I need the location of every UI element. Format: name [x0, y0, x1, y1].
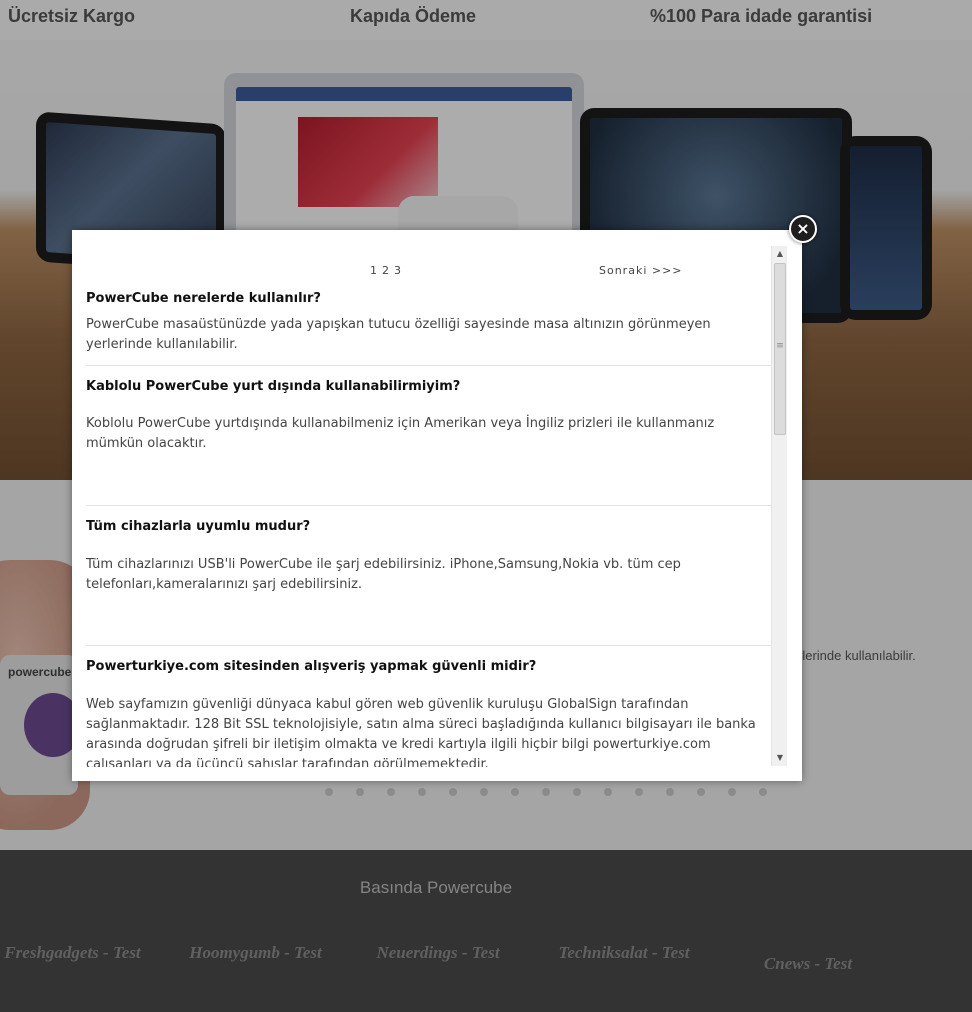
scroll-down-arrow-icon[interactable]: ▼ — [772, 750, 788, 766]
faq-item: PowerCube nerelerde kullanılır? PowerCub… — [86, 290, 772, 365]
faq-item: Tüm cihazlarla uyumlu mudur? Tüm cihazla… — [86, 505, 772, 645]
page-link-2[interactable]: 2 — [382, 264, 390, 277]
faq-question: Tüm cihazlarla uyumlu mudur? — [86, 519, 311, 534]
faq-item: Powerturkiye.com sitesinden alışveriş ya… — [86, 645, 772, 767]
page-link-3[interactable]: 3 — [394, 264, 402, 277]
faq-question: PowerCube nerelerde kullanılır? — [86, 291, 321, 306]
page-links: 123 — [370, 264, 406, 277]
pagination: 123 Sonraki >>> — [86, 264, 772, 280]
grip-icon: ≡ — [776, 341, 784, 351]
faq-answer: PowerCube masaüstünüzde yada yapışkan tu… — [86, 317, 711, 352]
page-link-1[interactable]: 1 — [370, 264, 378, 277]
faq-question: Kablolu PowerCube yurt dışında kullanabi… — [86, 379, 461, 394]
next-page-link[interactable]: Sonraki >>> — [599, 264, 683, 277]
scrollbar-thumb[interactable]: ≡ — [774, 263, 786, 435]
scrollbar[interactable]: ▲ ≡ ▼ — [771, 246, 787, 766]
faq-answer: Koblolu PowerCube yurtdışında kullanabil… — [86, 416, 715, 451]
close-icon[interactable]: × — [789, 215, 817, 243]
faq-answer: Web sayfamızın güvenliği dünyaca kabul g… — [86, 697, 756, 767]
faq-question: Powerturkiye.com sitesinden alışveriş ya… — [86, 659, 537, 674]
faq-item: Kablolu PowerCube yurt dışında kullanabi… — [86, 365, 772, 505]
faq-answer: Tüm cihazlarınızı USB'li PowerCube ile ş… — [86, 557, 681, 592]
faq-modal: 123 Sonraki >>> PowerCube nerelerde kull… — [72, 230, 802, 781]
scroll-up-arrow-icon[interactable]: ▲ — [772, 246, 788, 262]
faq-content: 123 Sonraki >>> PowerCube nerelerde kull… — [86, 244, 772, 767]
